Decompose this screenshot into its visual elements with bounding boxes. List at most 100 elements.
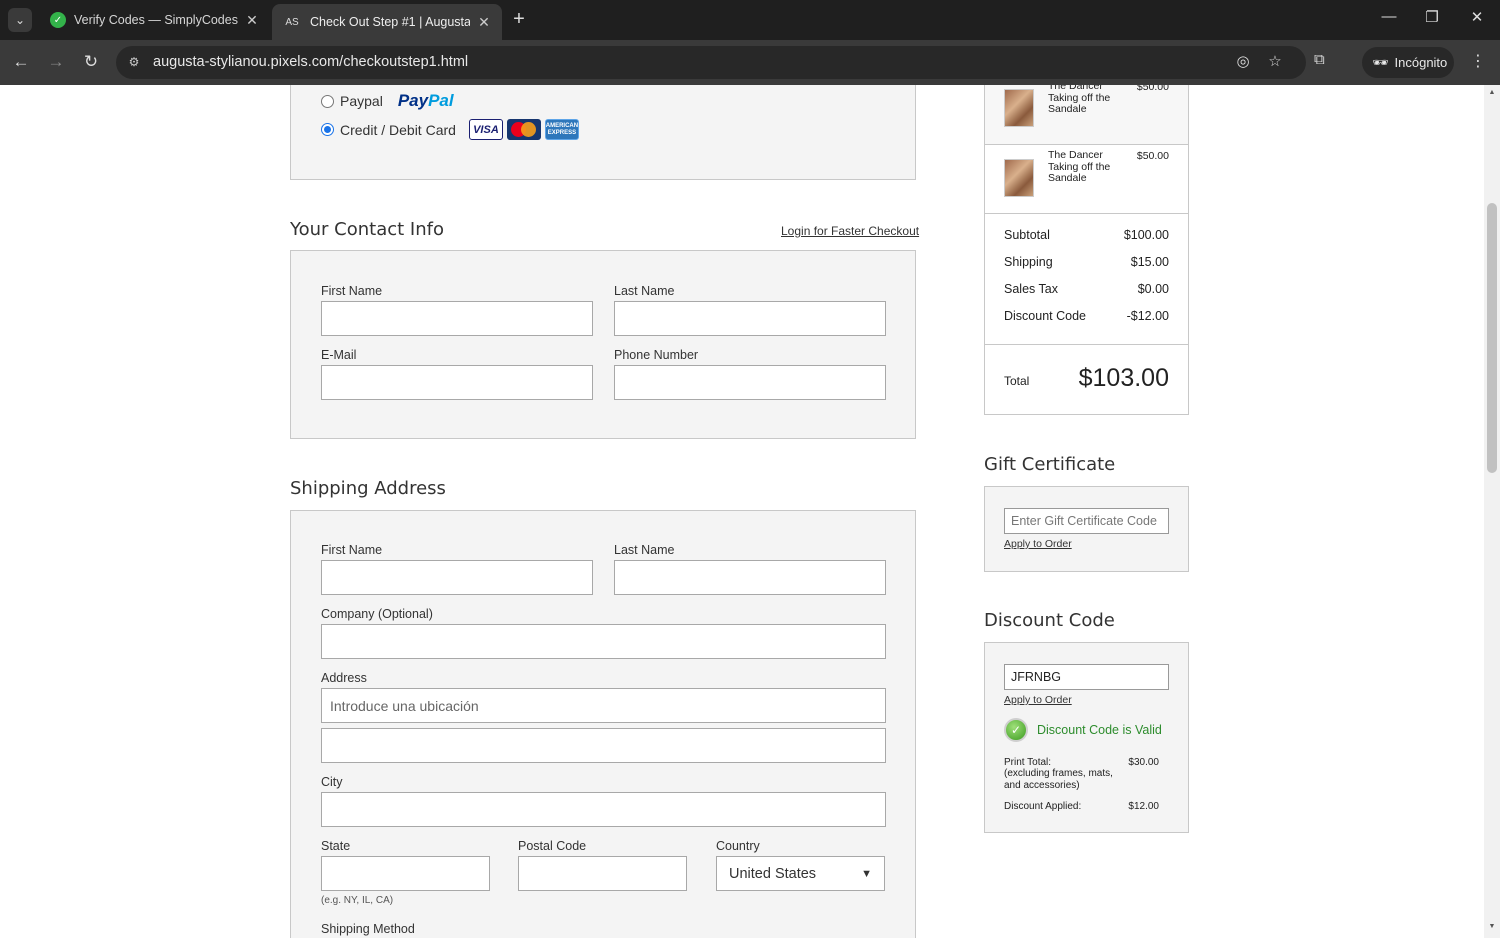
contact-last-name-label: Last Name bbox=[614, 284, 675, 298]
tab-checkout[interactable]: AS Check Out Step #1 | Augusta St ✕ bbox=[272, 4, 502, 40]
incognito-badge[interactable]: 🕶 Incógnito bbox=[1362, 47, 1454, 78]
close-window-icon[interactable]: ✕ bbox=[1465, 8, 1489, 26]
postal-code-label: Postal Code bbox=[518, 839, 587, 853]
subtotal-row: Subtotal $100.00 bbox=[1004, 228, 1169, 242]
tab-verify-codes[interactable]: ✓ Verify Codes — SimplyCodes ✕ bbox=[40, 4, 270, 36]
contact-last-name-input[interactable] bbox=[614, 301, 886, 336]
tab-search-chevron-icon[interactable]: ⌄ bbox=[8, 8, 32, 32]
reload-icon[interactable]: ↻ bbox=[80, 51, 102, 73]
shipping-value: $15.00 bbox=[1130, 255, 1169, 269]
city-input[interactable] bbox=[321, 792, 886, 827]
site-info-icon[interactable]: ⚙ bbox=[124, 52, 144, 72]
total-value: $103.00 bbox=[1078, 364, 1169, 392]
phone-field[interactable] bbox=[614, 365, 886, 400]
address-label: Address bbox=[321, 671, 367, 685]
back-arrow-icon[interactable]: ← bbox=[10, 51, 32, 73]
card-radio[interactable] bbox=[321, 123, 334, 136]
checkmark-icon: ✓ bbox=[1004, 718, 1028, 742]
gift-certificate-panel: Enter Gift Certificate Code Apply to Ord… bbox=[984, 486, 1189, 572]
login-faster-checkout-link[interactable]: Login for Faster Checkout bbox=[781, 224, 919, 238]
paypal-radio[interactable] bbox=[321, 94, 334, 108]
subtotal-label: Subtotal bbox=[1004, 228, 1050, 242]
contact-first-name-label: First Name bbox=[321, 284, 383, 298]
print-total-note: (excluding frames, mats, and accessories… bbox=[1004, 768, 1113, 791]
company-label: Company (Optional) bbox=[321, 607, 433, 621]
address-line2-input[interactable] bbox=[321, 728, 886, 763]
contact-first-name-input[interactable] bbox=[321, 301, 593, 336]
discount-code-panel: JFRNBG Apply to Order ✓ Discount Code is… bbox=[984, 642, 1189, 833]
gift-certificate-input[interactable]: Enter Gift Certificate Code bbox=[1004, 508, 1169, 534]
email-label: E-Mail bbox=[321, 348, 357, 362]
item-name[interactable]: The Dancer Taking off the Sandale bbox=[1048, 149, 1123, 185]
scroll-down-arrow-icon[interactable]: ▼ bbox=[1487, 923, 1497, 930]
restore-icon[interactable]: ❐ bbox=[1420, 8, 1444, 26]
scroll-up-arrow-icon[interactable]: ▲ bbox=[1487, 89, 1497, 96]
discount-valid-status: ✓ Discount Code is Valid bbox=[1004, 718, 1162, 742]
ship-first-name-input[interactable] bbox=[321, 560, 593, 595]
payment-method-panel: Paypal PayPal Credit / Debit Card VISA A… bbox=[290, 85, 916, 180]
sales-tax-label: Sales Tax bbox=[1004, 282, 1058, 296]
payment-option-paypal[interactable]: Paypal PayPal bbox=[321, 91, 454, 111]
discount-applied-row: Discount Applied: $12.00 bbox=[1004, 801, 1159, 812]
postal-code-input[interactable] bbox=[518, 856, 687, 891]
close-tab-icon[interactable]: ✕ bbox=[244, 12, 260, 29]
email-field[interactable] bbox=[321, 365, 593, 400]
discount-value: -$12.00 bbox=[1126, 309, 1169, 323]
tab-title: Verify Codes — SimplyCodes bbox=[74, 13, 238, 27]
contact-section-title: Your Contact Info bbox=[290, 219, 444, 240]
list-item: The Dancer Taking off the Sandale $50.00 bbox=[985, 85, 1188, 145]
shipping-address-panel: First Name Last Name Company (Optional) … bbox=[290, 510, 916, 938]
address-line1-input[interactable]: Introduce una ubicación bbox=[321, 688, 886, 723]
item-price: $50.00 bbox=[1136, 85, 1169, 93]
page-scrollbar[interactable]: ▲ ▼ bbox=[1484, 85, 1500, 938]
discount-code-input[interactable]: JFRNBG bbox=[1004, 664, 1169, 690]
address-bar[interactable]: ⚙ augusta-stylianou.pixels.com/checkouts… bbox=[116, 46, 1306, 79]
card-option-label: Credit / Debit Card bbox=[340, 121, 456, 138]
company-input[interactable] bbox=[321, 624, 886, 659]
simplycodes-icon: ✓ bbox=[50, 12, 66, 28]
phone-label: Phone Number bbox=[614, 348, 699, 362]
paypal-option-label: Paypal bbox=[340, 93, 383, 109]
ship-last-name-label: Last Name bbox=[614, 543, 675, 557]
country-select[interactable]: United States ▼ bbox=[716, 856, 885, 891]
minimize-icon[interactable]: — bbox=[1377, 8, 1401, 25]
new-tab-plus-icon[interactable]: + bbox=[508, 9, 530, 31]
extensions-puzzle-icon[interactable]: ⧉ bbox=[1314, 51, 1325, 68]
discount-label: Discount Code bbox=[1004, 309, 1086, 323]
discount-code-title: Discount Code bbox=[984, 610, 1115, 631]
country-value: United States bbox=[729, 865, 817, 882]
divider bbox=[985, 344, 1188, 345]
state-input[interactable] bbox=[321, 856, 490, 891]
bookmark-star-icon[interactable]: ☆ bbox=[1265, 52, 1285, 72]
ship-last-name-input[interactable] bbox=[614, 560, 886, 595]
gift-apply-link[interactable]: Apply to Order bbox=[1004, 538, 1072, 550]
sales-tax-row: Sales Tax $0.00 bbox=[1004, 282, 1169, 296]
subtotal-value: $100.00 bbox=[1123, 228, 1169, 242]
artwork-thumbnail[interactable] bbox=[1004, 159, 1034, 197]
url-text[interactable]: augusta-stylianou.pixels.com/checkoutste… bbox=[153, 54, 468, 70]
order-summary-panel: The Dancer Taking off the Sandale $50.00… bbox=[984, 85, 1189, 415]
discount-apply-link[interactable]: Apply to Order bbox=[1004, 694, 1072, 706]
scrollbar-thumb[interactable] bbox=[1487, 203, 1497, 473]
total-label: Total bbox=[1004, 374, 1030, 388]
browser-toolbar: ← → ↻ ⚙ augusta-stylianou.pixels.com/che… bbox=[0, 40, 1500, 85]
augusta-favicon-icon: AS bbox=[285, 16, 299, 28]
print-total-value: $30.00 bbox=[1128, 757, 1159, 768]
gift-certificate-title: Gift Certificate bbox=[984, 454, 1116, 475]
list-item: The Dancer Taking off the Sandale $50.00 bbox=[985, 145, 1188, 214]
payment-option-card[interactable]: Credit / Debit Card VISA AMERICAN EXPRES… bbox=[321, 119, 579, 140]
item-price: $50.00 bbox=[1136, 150, 1169, 162]
item-name[interactable]: The Dancer Taking off the Sandale bbox=[1048, 85, 1123, 116]
discount-valid-message: Discount Code is Valid bbox=[1037, 723, 1162, 737]
close-tab-icon[interactable]: ✕ bbox=[476, 14, 492, 31]
shipping-label: Shipping bbox=[1004, 255, 1053, 269]
mastercard-icon bbox=[506, 119, 541, 140]
shipping-method-label: Shipping Method bbox=[321, 922, 415, 936]
country-label: Country bbox=[716, 839, 760, 853]
discount-applied-value: $12.00 bbox=[1128, 801, 1159, 812]
forward-arrow-icon[interactable]: → bbox=[45, 51, 67, 73]
eye-off-icon[interactable]: ◎ bbox=[1233, 52, 1253, 72]
artwork-thumbnail[interactable] bbox=[1004, 89, 1034, 127]
visa-card-icon: VISA bbox=[468, 119, 503, 140]
kebab-menu-icon[interactable]: ⋮ bbox=[1470, 51, 1486, 71]
